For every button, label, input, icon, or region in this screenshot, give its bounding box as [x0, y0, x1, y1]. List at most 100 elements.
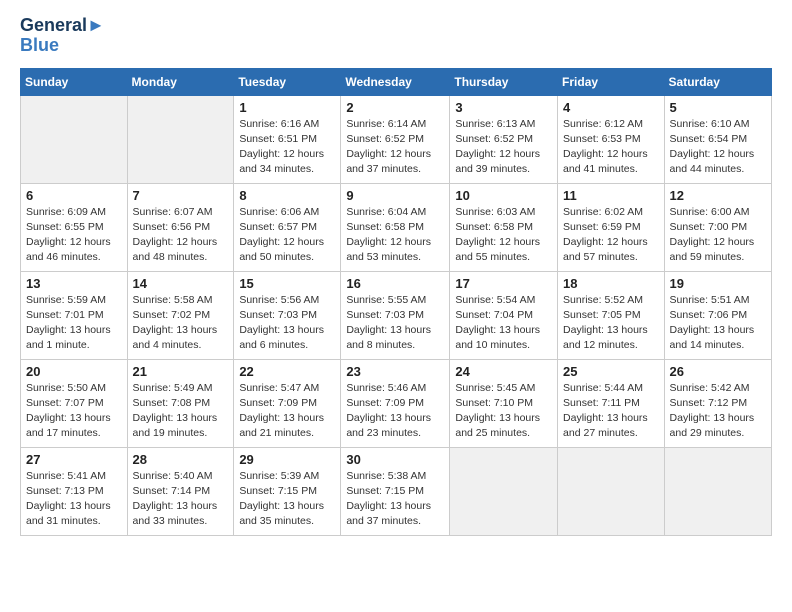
calendar-cell: 27 Sunrise: 5:41 AM Sunset: 7:13 PM Dayli…: [21, 447, 128, 535]
day-info: Sunrise: 6:16 AM Sunset: 6:51 PM Dayligh…: [239, 117, 335, 178]
calendar-cell: 13 Sunrise: 5:59 AM Sunset: 7:01 PM Dayli…: [21, 271, 128, 359]
calendar-cell: 28 Sunrise: 5:40 AM Sunset: 7:14 PM Dayli…: [127, 447, 234, 535]
calendar-cell: 19 Sunrise: 5:51 AM Sunset: 7:06 PM Dayli…: [664, 271, 771, 359]
day-info: Sunrise: 5:56 AM Sunset: 7:03 PM Dayligh…: [239, 293, 335, 354]
day-number: 23: [346, 364, 444, 379]
day-number: 12: [670, 188, 766, 203]
calendar: SundayMondayTuesdayWednesdayThursdayFrid…: [20, 68, 772, 536]
day-number: 29: [239, 452, 335, 467]
calendar-header-row: SundayMondayTuesdayWednesdayThursdayFrid…: [21, 68, 772, 95]
calendar-cell: [450, 447, 558, 535]
calendar-cell: [664, 447, 771, 535]
day-info: Sunrise: 6:03 AM Sunset: 6:58 PM Dayligh…: [455, 205, 552, 266]
calendar-cell: 3 Sunrise: 6:13 AM Sunset: 6:52 PM Daylig…: [450, 95, 558, 183]
page: General► Blue SundayMondayTuesdayWednesd…: [0, 0, 792, 552]
calendar-week-2: 6 Sunrise: 6:09 AM Sunset: 6:55 PM Daylig…: [21, 183, 772, 271]
calendar-header-tuesday: Tuesday: [234, 68, 341, 95]
calendar-header-friday: Friday: [558, 68, 665, 95]
calendar-cell: 14 Sunrise: 5:58 AM Sunset: 7:02 PM Dayli…: [127, 271, 234, 359]
calendar-header-thursday: Thursday: [450, 68, 558, 95]
day-number: 4: [563, 100, 659, 115]
day-info: Sunrise: 5:40 AM Sunset: 7:14 PM Dayligh…: [133, 469, 229, 530]
day-number: 25: [563, 364, 659, 379]
calendar-cell: 12Sunrise: 6:00 AM Sunset: 7:00 PM Dayli…: [664, 183, 771, 271]
day-info: Sunrise: 6:12 AM Sunset: 6:53 PM Dayligh…: [563, 117, 659, 178]
day-number: 17: [455, 276, 552, 291]
calendar-cell: 30 Sunrise: 5:38 AM Sunset: 7:15 PM Dayli…: [341, 447, 450, 535]
calendar-cell: 21Sunrise: 5:49 AM Sunset: 7:08 PM Dayli…: [127, 359, 234, 447]
calendar-cell: 8 Sunrise: 6:06 AM Sunset: 6:57 PM Daylig…: [234, 183, 341, 271]
calendar-cell: 25 Sunrise: 5:44 AM Sunset: 7:11 PM Dayli…: [558, 359, 665, 447]
calendar-cell: 5 Sunrise: 6:10 AM Sunset: 6:54 PM Daylig…: [664, 95, 771, 183]
day-info: Sunrise: 5:58 AM Sunset: 7:02 PM Dayligh…: [133, 293, 229, 354]
day-number: 16: [346, 276, 444, 291]
day-info: Sunrise: 5:59 AM Sunset: 7:01 PM Dayligh…: [26, 293, 122, 354]
calendar-cell: 2 Sunrise: 6:14 AM Sunset: 6:52 PM Daylig…: [341, 95, 450, 183]
day-info: Sunrise: 5:46 AM Sunset: 7:09 PM Dayligh…: [346, 381, 444, 442]
logo-blue: Blue: [20, 36, 105, 56]
day-info: Sunrise: 5:50 AM Sunset: 7:07 PM Dayligh…: [26, 381, 122, 442]
day-number: 20: [26, 364, 122, 379]
calendar-cell: [21, 95, 128, 183]
day-info: Sunrise: 5:49 AM Sunset: 7:08 PM Dayligh…: [133, 381, 229, 442]
calendar-week-1: 1Sunrise: 6:16 AM Sunset: 6:51 PM Daylig…: [21, 95, 772, 183]
calendar-cell: 24 Sunrise: 5:45 AM Sunset: 7:10 PM Dayli…: [450, 359, 558, 447]
day-info: Sunrise: 5:44 AM Sunset: 7:11 PM Dayligh…: [563, 381, 659, 442]
day-number: 14: [133, 276, 229, 291]
calendar-cell: 1Sunrise: 6:16 AM Sunset: 6:51 PM Daylig…: [234, 95, 341, 183]
day-number: 5: [670, 100, 766, 115]
day-info: Sunrise: 5:41 AM Sunset: 7:13 PM Dayligh…: [26, 469, 122, 530]
calendar-cell: 7Sunrise: 6:07 AM Sunset: 6:56 PM Daylig…: [127, 183, 234, 271]
day-info: Sunrise: 6:13 AM Sunset: 6:52 PM Dayligh…: [455, 117, 552, 178]
day-number: 28: [133, 452, 229, 467]
day-info: Sunrise: 6:06 AM Sunset: 6:57 PM Dayligh…: [239, 205, 335, 266]
day-number: 15: [239, 276, 335, 291]
day-info: Sunrise: 6:02 AM Sunset: 6:59 PM Dayligh…: [563, 205, 659, 266]
calendar-cell: 15 Sunrise: 5:56 AM Sunset: 7:03 PM Dayli…: [234, 271, 341, 359]
day-number: 8: [239, 188, 335, 203]
day-info: Sunrise: 6:10 AM Sunset: 6:54 PM Dayligh…: [670, 117, 766, 178]
calendar-cell: 9Sunrise: 6:04 AM Sunset: 6:58 PM Daylig…: [341, 183, 450, 271]
header: General► Blue: [20, 16, 772, 56]
day-info: Sunrise: 5:42 AM Sunset: 7:12 PM Dayligh…: [670, 381, 766, 442]
day-number: 13: [26, 276, 122, 291]
day-number: 3: [455, 100, 552, 115]
day-info: Sunrise: 5:45 AM Sunset: 7:10 PM Dayligh…: [455, 381, 552, 442]
calendar-cell: [127, 95, 234, 183]
day-info: Sunrise: 6:14 AM Sunset: 6:52 PM Dayligh…: [346, 117, 444, 178]
day-info: Sunrise: 5:51 AM Sunset: 7:06 PM Dayligh…: [670, 293, 766, 354]
calendar-header-monday: Monday: [127, 68, 234, 95]
calendar-header-sunday: Sunday: [21, 68, 128, 95]
calendar-header-saturday: Saturday: [664, 68, 771, 95]
day-info: Sunrise: 5:52 AM Sunset: 7:05 PM Dayligh…: [563, 293, 659, 354]
logo: General► Blue: [20, 16, 105, 56]
calendar-week-3: 13 Sunrise: 5:59 AM Sunset: 7:01 PM Dayli…: [21, 271, 772, 359]
day-number: 24: [455, 364, 552, 379]
day-number: 18: [563, 276, 659, 291]
day-number: 6: [26, 188, 122, 203]
day-info: Sunrise: 5:39 AM Sunset: 7:15 PM Dayligh…: [239, 469, 335, 530]
calendar-cell: 22 Sunrise: 5:47 AM Sunset: 7:09 PM Dayli…: [234, 359, 341, 447]
calendar-cell: 10 Sunrise: 6:03 AM Sunset: 6:58 PM Dayli…: [450, 183, 558, 271]
calendar-cell: 26 Sunrise: 5:42 AM Sunset: 7:12 PM Dayli…: [664, 359, 771, 447]
day-number: 19: [670, 276, 766, 291]
day-number: 26: [670, 364, 766, 379]
day-number: 22: [239, 364, 335, 379]
calendar-cell: 16Sunrise: 5:55 AM Sunset: 7:03 PM Dayli…: [341, 271, 450, 359]
day-number: 9: [346, 188, 444, 203]
calendar-header-wednesday: Wednesday: [341, 68, 450, 95]
day-info: Sunrise: 5:54 AM Sunset: 7:04 PM Dayligh…: [455, 293, 552, 354]
day-number: 7: [133, 188, 229, 203]
day-info: Sunrise: 5:38 AM Sunset: 7:15 PM Dayligh…: [346, 469, 444, 530]
calendar-cell: 18 Sunrise: 5:52 AM Sunset: 7:05 PM Dayli…: [558, 271, 665, 359]
day-info: Sunrise: 6:09 AM Sunset: 6:55 PM Dayligh…: [26, 205, 122, 266]
calendar-cell: 4 Sunrise: 6:12 AM Sunset: 6:53 PM Daylig…: [558, 95, 665, 183]
day-number: 10: [455, 188, 552, 203]
day-info: Sunrise: 5:47 AM Sunset: 7:09 PM Dayligh…: [239, 381, 335, 442]
calendar-cell: 23 Sunrise: 5:46 AM Sunset: 7:09 PM Dayli…: [341, 359, 450, 447]
day-number: 30: [346, 452, 444, 467]
calendar-week-4: 20 Sunrise: 5:50 AM Sunset: 7:07 PM Dayli…: [21, 359, 772, 447]
day-number: 27: [26, 452, 122, 467]
day-number: 2: [346, 100, 444, 115]
calendar-cell: 6 Sunrise: 6:09 AM Sunset: 6:55 PM Daylig…: [21, 183, 128, 271]
